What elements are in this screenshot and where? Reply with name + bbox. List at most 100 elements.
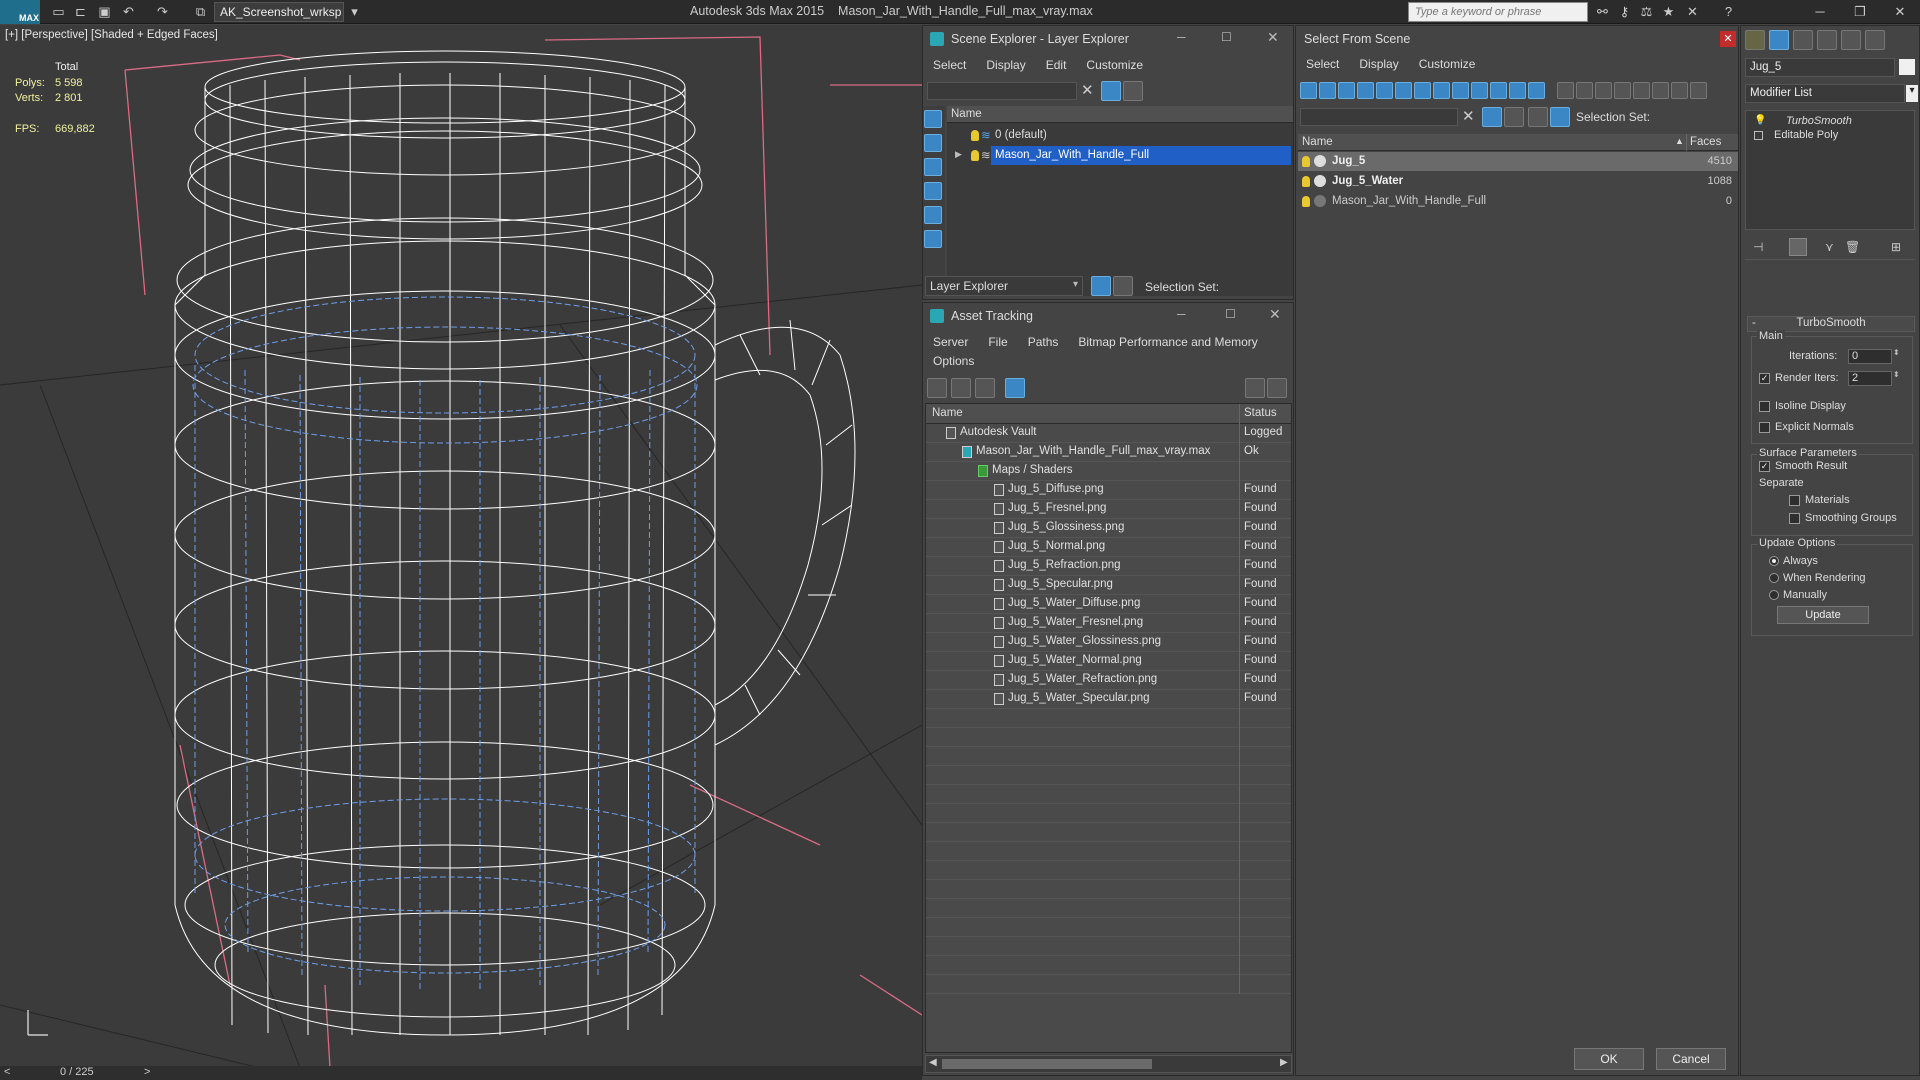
table-view-icon[interactable] — [1005, 378, 1025, 398]
list-view-icon[interactable] — [951, 378, 971, 398]
open-folder-icon[interactable]: ⊏ — [72, 3, 89, 20]
manually-radio[interactable] — [1769, 590, 1779, 600]
spinner-arrows-icon[interactable]: ⬍ — [1893, 348, 1900, 357]
menu-display[interactable]: Display — [1349, 54, 1408, 74]
spinner-arrows-icon[interactable]: ⬍ — [1893, 370, 1900, 379]
cancel-button[interactable]: Cancel — [1656, 1048, 1726, 1070]
bulb-icon[interactable] — [971, 130, 979, 141]
layer-row[interactable]: ▶ ≋ Mason_Jar_With_Handle_Full — [947, 146, 1293, 165]
display-frozen-icon[interactable] — [1490, 82, 1507, 99]
star-icon[interactable]: ★ — [1660, 3, 1677, 20]
table-row[interactable] — [926, 880, 1291, 899]
search-input[interactable]: Type a keyword or phrase — [1408, 2, 1588, 22]
display-groups-icon[interactable] — [1414, 82, 1431, 99]
display-containers-icon[interactable] — [1471, 82, 1488, 99]
scroll-right-icon[interactable]: ▶ — [1280, 1057, 1288, 1068]
invert-display-icon[interactable] — [1576, 82, 1593, 99]
hierarchy-tab-icon[interactable] — [1793, 30, 1813, 50]
table-row[interactable] — [926, 975, 1291, 994]
bulb-icon[interactable] — [1302, 156, 1310, 167]
perspective-viewport[interactable]: [+] [Perspective] [Shaded + Edged Faces]… — [0, 25, 922, 1068]
column-header-name[interactable]: Name — [932, 407, 963, 419]
chevron-down-icon[interactable]: ▾ — [1073, 279, 1078, 290]
display-cameras-icon[interactable] — [924, 182, 942, 200]
table-row[interactable] — [926, 747, 1291, 766]
display-none-icon[interactable] — [1557, 82, 1574, 99]
menu-server[interactable]: Server — [923, 332, 978, 352]
display-lights-icon[interactable] — [1338, 82, 1355, 99]
explorer-type-dropdown[interactable]: Layer Explorer — [925, 276, 1083, 296]
display-tab-icon[interactable] — [1841, 30, 1861, 50]
display-bones-icon[interactable] — [1452, 82, 1469, 99]
bulb-icon[interactable] — [971, 150, 979, 161]
table-row[interactable] — [926, 823, 1291, 842]
save-icon[interactable]: ▣ — [96, 3, 113, 20]
explicit-normals-checkbox[interactable] — [1759, 422, 1770, 433]
table-row[interactable] — [926, 937, 1291, 956]
menu-customize[interactable]: Customize — [1076, 55, 1153, 75]
next-frame-button[interactable]: > — [144, 1066, 150, 1078]
modify-tab-icon[interactable] — [1769, 30, 1789, 50]
isoline-display-checkbox[interactable] — [1759, 401, 1770, 412]
viewport-label[interactable]: [+] [Perspective] [Shaded + Edged Faces] — [5, 29, 218, 41]
thumbnail-view-icon[interactable] — [975, 378, 995, 398]
table-row[interactable] — [926, 766, 1291, 785]
expand-icon[interactable]: ▶ — [955, 149, 962, 160]
display-helpers-icon[interactable] — [1376, 82, 1393, 99]
motion-tab-icon[interactable] — [1817, 30, 1837, 50]
show-end-result-icon[interactable] — [1789, 238, 1807, 256]
bulb-icon[interactable]: 💡 — [1754, 115, 1766, 126]
restore-icon[interactable]: ☐ — [1221, 30, 1232, 44]
display-xrefs-icon[interactable] — [1433, 82, 1450, 99]
utilities-tab-icon[interactable] — [1865, 30, 1885, 50]
table-row[interactable]: Jug_5_Normal.png Found — [926, 538, 1291, 557]
table-row[interactable] — [926, 785, 1291, 804]
x-tools-icon[interactable]: ✕ — [1684, 3, 1701, 20]
table-row[interactable]: Maps / Shaders — [926, 462, 1291, 481]
refresh-icon[interactable] — [927, 378, 947, 398]
redo-icon[interactable]: ↷ — [154, 3, 171, 20]
make-unique-icon[interactable]: ⋎ — [1825, 240, 1834, 254]
menu-edit[interactable]: Edit — [1036, 55, 1077, 75]
close-icon[interactable]: ✕ — [1880, 0, 1920, 24]
materials-checkbox[interactable] — [1789, 495, 1800, 506]
table-row[interactable] — [926, 728, 1291, 747]
display-cameras-icon[interactable] — [1357, 82, 1374, 99]
chevron-down-icon[interactable]: ▾ — [346, 3, 363, 20]
minimize-icon[interactable]: ─ — [1177, 307, 1186, 321]
table-row[interactable]: Autodesk Vault Logged — [926, 424, 1291, 443]
close-icon[interactable]: ✕ — [1267, 29, 1279, 46]
display-spacewarps-icon[interactable] — [924, 230, 942, 248]
table-row[interactable] — [926, 709, 1291, 728]
table-row[interactable] — [926, 918, 1291, 937]
sync-selection-icon[interactable] — [1671, 82, 1688, 99]
table-row[interactable]: Jug_5_Fresnel.png Found — [926, 500, 1291, 519]
scroll-thumb[interactable] — [942, 1059, 1152, 1069]
find-field[interactable] — [1300, 108, 1458, 126]
filter-toggle-icon[interactable] — [1652, 82, 1669, 99]
collapse-icon[interactable]: - — [1752, 317, 1756, 329]
restore-icon[interactable]: ❐ — [1840, 0, 1880, 24]
chevron-down-icon[interactable]: ▾ — [1906, 85, 1918, 102]
display-shapes-icon[interactable] — [1319, 82, 1336, 99]
object-row[interactable]: Jug_5_Water 1088 — [1298, 172, 1738, 191]
close-icon[interactable]: ✕ — [1269, 306, 1281, 323]
table-row[interactable]: Jug_5_Specular.png Found — [926, 576, 1291, 595]
menu-options[interactable]: Options — [923, 351, 984, 371]
select-none-icon[interactable] — [1614, 82, 1631, 99]
object-row[interactable]: Jug_5 4510 — [1298, 152, 1738, 171]
smoothing-groups-checkbox[interactable] — [1789, 513, 1800, 524]
smooth-result-checkbox[interactable]: ✓ — [1759, 461, 1770, 472]
menu-display[interactable]: Display — [976, 55, 1035, 75]
display-hidden-icon[interactable] — [1509, 82, 1526, 99]
display-geometry-icon[interactable] — [1300, 82, 1317, 99]
help-icon[interactable] — [1245, 378, 1265, 398]
hierarchy-icon[interactable] — [1113, 276, 1133, 296]
layer-icon[interactable] — [1528, 107, 1548, 127]
table-row[interactable]: Mason_Jar_With_Handle_Full_max_vray.max O… — [926, 443, 1291, 462]
exchange-icon[interactable]: ⚖ — [1638, 3, 1655, 20]
table-row[interactable]: Jug_5_Water_Diffuse.png Found — [926, 595, 1291, 614]
table-row[interactable]: Jug_5_Water_Glossiness.png Found — [926, 633, 1291, 652]
object-color-swatch[interactable] — [1899, 59, 1915, 75]
clear-icon[interactable]: ✕ — [1081, 81, 1094, 99]
